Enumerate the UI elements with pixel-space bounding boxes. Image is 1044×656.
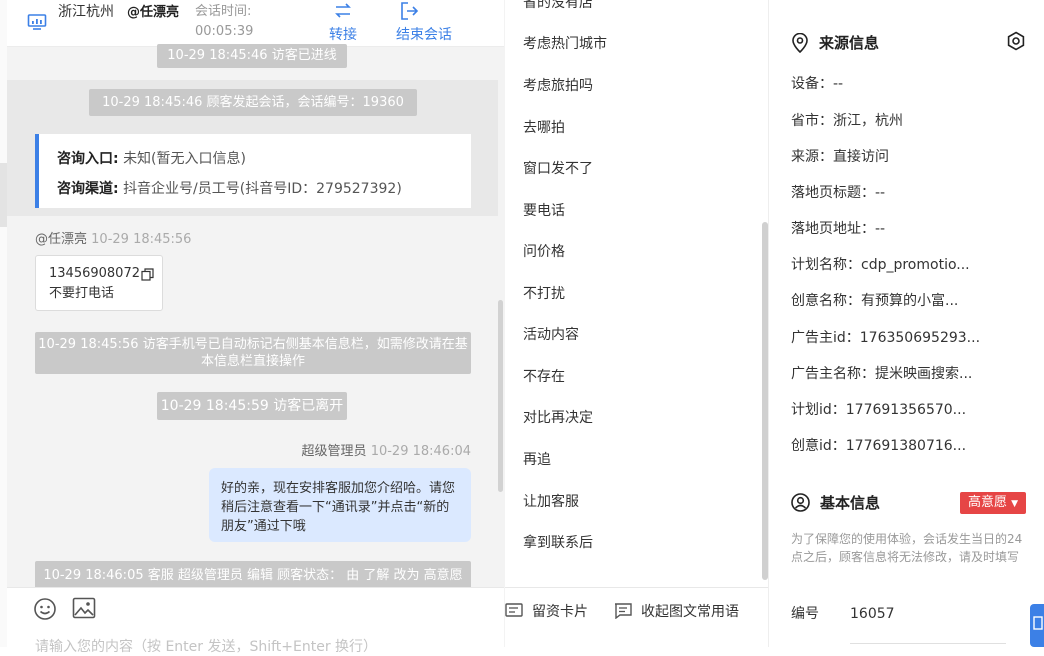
monitor-icon <box>27 12 47 32</box>
transfer-icon <box>335 3 351 18</box>
source-row-landing-url: 落地页地址：-- <box>791 221 886 237</box>
card-icon <box>505 603 523 617</box>
source-row-source: 来源：直接访问 <box>791 149 889 165</box>
basic-info-title: 基本信息 <box>820 494 881 512</box>
quick-reply-item[interactable]: 考虑旅拍吗 <box>523 76 593 96</box>
card-button-label: 留资卡片 <box>532 604 588 620</box>
caret-down-icon: ▼ <box>1011 499 1019 509</box>
quick-reply-item[interactable]: 活动内容 <box>523 325 579 345</box>
visitor-name: @任漂亮 <box>127 5 180 20</box>
intent-status-badge[interactable]: 高意愿 ▼ <box>960 492 1026 514</box>
basic-info-note: 为了保障您的使用体验，会话发生当日的24点之后，顾客信息将无法修改，请及时填写 <box>791 532 1023 564</box>
agent-msg-name: 超级管理员 <box>301 444 367 459</box>
source-row-advertiser-id: 广告主id：176350695293... <box>791 330 981 346</box>
collapse-phrases-button[interactable]: 收起图文常用语 <box>614 601 739 621</box>
visitor-location: 浙江杭州 <box>58 4 114 20</box>
chat-scrollbar[interactable] <box>498 300 503 492</box>
collapse-phrases-label: 收起图文常用语 <box>641 604 739 620</box>
channel-value: 抖音企业号/员工号(抖音号ID：279527392) <box>123 181 402 197</box>
message-icon <box>615 603 632 619</box>
visitor-text: 不要打电话 <box>49 286 115 301</box>
image-icon[interactable] <box>72 597 96 623</box>
visitor-msg-meta: @任漂亮 10-29 18:45:56 <box>35 231 191 249</box>
quick-reply-item[interactable]: 不存在 <box>523 367 565 387</box>
left-edge-marker <box>0 163 7 227</box>
source-row-plan-name: 计划名称：cdp_promotio... <box>791 257 970 273</box>
intent-status-label: 高意愿 <box>967 495 1007 510</box>
customer-id-label: 编号 <box>791 606 819 622</box>
source-row-advertiser-name: 广告主名称：提米映画搜索... <box>791 366 973 382</box>
agent-msg-time: 10-29 18:46:04 <box>370 444 471 459</box>
sys-msg-phone-mark: 10-29 18:45:56 访客手机号已自动标记右侧基本信息栏，如需修改请在基… <box>35 332 471 374</box>
quick-reply-item[interactable]: 窗口发不了 <box>523 159 593 179</box>
quick-reply-item[interactable]: 考虑热门城市 <box>523 34 607 54</box>
entry-value: 未知(暂无入口信息) <box>123 151 246 167</box>
basic-info-header: 基本信息 <box>791 492 880 513</box>
visitor-message: 13456908072 不要打电话 <box>35 255 163 311</box>
consult-info-card: 咨询入口: 未知(暂无入口信息) 咨询渠道: 抖音企业号/员工号(抖音号ID：2… <box>35 134 471 208</box>
settings-icon[interactable] <box>1006 31 1026 55</box>
source-info-title: 来源信息 <box>819 34 880 52</box>
agent-message: 好的亲，现在安排客服加您介绍哈。请您稍后注意查看一下“通讯录”并点击“新的朋友”… <box>209 468 471 542</box>
quick-reply-item[interactable]: 对比再决定 <box>523 408 593 428</box>
visitor-phone: 13456908072 <box>49 266 140 281</box>
quick-reply-item[interactable]: 拿到联系后 <box>523 533 593 553</box>
user-icon <box>791 493 810 512</box>
source-row-plan-id: 计划id：177691356570... <box>791 402 967 418</box>
exit-icon <box>401 2 419 20</box>
quick-reply-item[interactable]: 省的没有店 <box>523 0 593 13</box>
channel-label: 咨询渠道: <box>57 181 119 197</box>
agent-msg-meta: 超级管理员 10-29 18:46:04 <box>297 443 471 461</box>
chat-input[interactable]: 请输入您的内容（按 Enter 发送，Shift+Enter 换行） <box>35 636 495 656</box>
quick-reply-item[interactable]: 让加客服 <box>523 492 579 512</box>
source-info-header: 来源信息 <box>791 32 879 53</box>
floating-action-button[interactable] <box>1030 604 1044 647</box>
entry-label: 咨询入口: <box>57 151 119 167</box>
quick-reply-item[interactable]: 要电话 <box>523 201 565 221</box>
quick-reply-item[interactable]: 问价格 <box>523 242 565 262</box>
visitor-msg-time: 10-29 18:45:56 <box>91 232 192 247</box>
source-row-creative-id: 创意id：177691380716... <box>791 438 967 454</box>
session-time-label: 会话时间: <box>195 4 252 19</box>
quick-reply-item[interactable]: 去哪拍 <box>523 118 565 138</box>
transfer-label: 转接 <box>329 27 357 43</box>
left-edge <box>0 0 7 647</box>
end-session-button[interactable]: 结束会话 <box>396 0 468 44</box>
quick-reply-item[interactable]: 不打扰 <box>523 284 565 304</box>
sys-msg-start: 10-29 18:45:46 顾客发起会话，会话编号：19360 <box>89 89 417 116</box>
location-pin-icon <box>792 32 808 53</box>
source-row-creative-name: 创意名称：有预算的小富... <box>791 293 959 309</box>
source-row-device: 设备：-- <box>791 76 844 92</box>
customer-field-divider <box>850 643 1006 648</box>
end-session-label: 结束会话 <box>396 27 452 43</box>
session-time: 会话时间: 00:05:39 <box>195 2 253 42</box>
copy-icon[interactable] <box>141 267 154 281</box>
customer-id-value: 16057 <box>850 606 895 622</box>
session-time-value: 00:05:39 <box>195 24 254 39</box>
transfer-button[interactable]: 转接 <box>318 0 368 44</box>
emoji-icon[interactable] <box>33 597 57 625</box>
sys-msg-enter: 10-29 18:45:46 访客已进线 <box>157 44 347 68</box>
card-button[interactable]: 留资卡片 <box>505 601 588 621</box>
source-row-landing-title: 落地页标题：-- <box>791 185 886 201</box>
visitor-msg-name: @任漂亮 <box>35 232 88 247</box>
source-row-province: 省市：浙江，杭州 <box>791 113 903 129</box>
quick-reply-item[interactable]: 再追 <box>523 450 551 470</box>
document-icon <box>1033 616 1043 630</box>
sys-msg-leave: 10-29 18:45:59 访客已离开 <box>157 392 347 420</box>
